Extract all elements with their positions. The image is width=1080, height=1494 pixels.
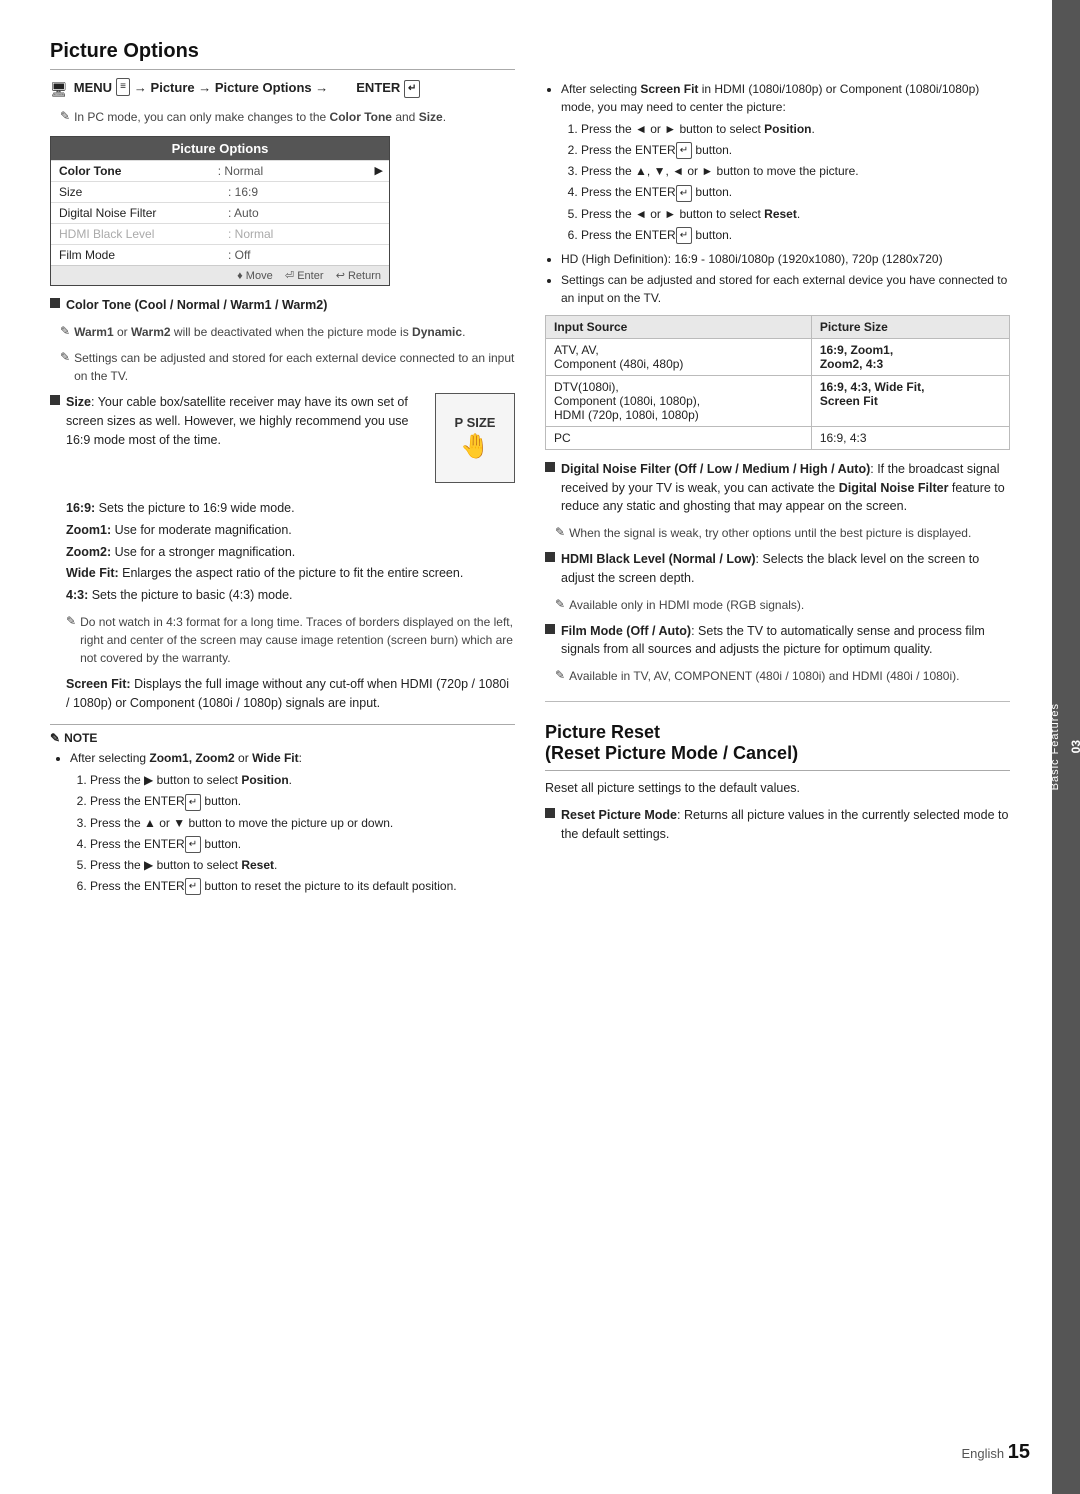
table-row: Size : 16:9 <box>51 181 389 202</box>
list-item: Press the ENTER↵ button. <box>90 835 515 853</box>
list-item: Settings can be adjusted and stored for … <box>561 271 1010 307</box>
steps-screen-fit: Press the ◄ or ► button to select Positi… <box>561 120 1010 244</box>
bullet-icon <box>545 808 555 818</box>
p-size-image: P SIZE 🤚 <box>435 393 515 483</box>
hdmi-black-bullet: HDMI Black Level (Normal / Low): Selects… <box>545 550 1010 588</box>
size-16-9-text: 16:9: Sets the picture to 16:9 wide mode… <box>66 499 515 518</box>
hd-note-list: HD (High Definition): 16:9 - 1080i/1080p… <box>545 250 1010 307</box>
table-nav-bar: ♦ Move ⏎ Enter ↩ Return <box>51 265 389 285</box>
list-item: Press the ▲, ▼, ◄ or ► button to move th… <box>581 162 1010 180</box>
table-row: PC 16:9, 4:3 <box>546 426 1010 449</box>
zoom2-text: Zoom2: Use for a stronger magnification. <box>66 543 515 562</box>
zoom1-text: Zoom1: Use for moderate magnification. <box>66 521 515 540</box>
page-footer: English 15 <box>961 1441 1030 1464</box>
signal-weak-note: ✎ When the signal is weak, try other opt… <box>555 524 1010 542</box>
table-row: Digital Noise Filter : Auto <box>51 202 389 223</box>
page-number: 15 <box>1008 1441 1030 1463</box>
table-header-row: Input Source Picture Size <box>546 315 1010 338</box>
section-title-picture-options: Picture Options <box>50 40 515 70</box>
table-row: DTV(1080i),Component (1080i, 1080p),HDMI… <box>546 375 1010 426</box>
list-item: After selecting Screen Fit in HDMI (1080… <box>561 80 1010 244</box>
list-item: After selecting Zoom1, Zoom2 or Wide Fit… <box>70 749 515 895</box>
list-item: Press the ▶ button to select Position. <box>90 771 515 789</box>
film-available-note: ✎ Available in TV, AV, COMPONENT (480i /… <box>555 667 1010 685</box>
table-row: ATV, AV,Component (480i, 480p) 16:9, Zoo… <box>546 338 1010 375</box>
chapter-label: Basic Features <box>1049 703 1061 790</box>
list-item: Press the ENTER↵ button. <box>581 141 1010 159</box>
list-item: Press the ◄ or ► button to select Positi… <box>581 120 1010 138</box>
warm-note: ✎ Warm1 or Warm2 will be deactivated whe… <box>60 323 515 341</box>
section2-title: Picture Reset(Reset Picture Mode / Cance… <box>545 722 1010 771</box>
chapter-number: 03 <box>1069 740 1080 753</box>
page-lang: English <box>961 1446 1004 1461</box>
picture-size-header: Picture Size <box>811 315 1009 338</box>
reset-description: Reset all picture settings to the defaul… <box>545 779 1010 798</box>
chapter-tab: 03 Basic Features <box>1052 0 1080 1494</box>
table-row: HDMI Black Level : Normal <box>51 223 389 244</box>
list-item: Press the ENTER↵ button to reset the pic… <box>90 877 515 895</box>
table-row: Film Mode : Off <box>51 244 389 265</box>
note-box: NOTE After selecting Zoom1, Zoom2 or Wid… <box>50 724 515 895</box>
settings-note: ✎ Settings can be adjusted and stored fo… <box>60 349 515 385</box>
note-box-title: NOTE <box>50 731 515 745</box>
list-item: Press the ENTER↵ button. <box>90 792 515 810</box>
menu-path: 🖥 MENU ≡ → Picture → Picture Options → E… <box>50 78 515 100</box>
list-item: Press the ▲ or ▼ button to move the pict… <box>90 814 515 832</box>
pc-mode-note: ✎ In PC mode, you can only make changes … <box>60 108 515 126</box>
bullet-icon <box>545 462 555 472</box>
size-bullet: P SIZE 🤚 Size: Your cable box/satellite … <box>50 393 515 491</box>
steps-zoom: Press the ▶ button to select Position. P… <box>70 771 515 895</box>
list-item: Press the ▶ button to select Reset. <box>90 856 515 874</box>
note-list: After selecting Zoom1, Zoom2 or Wide Fit… <box>50 749 515 895</box>
hdmi-only-note: ✎ Available only in HDMI mode (RGB signa… <box>555 596 1010 614</box>
digital-noise-bullet: Digital Noise Filter (Off / Low / Medium… <box>545 460 1010 516</box>
color-tone-bullet: Color Tone (Cool / Normal / Warm1 / Warm… <box>50 296 515 315</box>
list-item: Press the ENTER↵ button. <box>581 226 1010 244</box>
screen-fit-text: Screen Fit: Displays the full image with… <box>66 675 515 713</box>
pencil-icon: ✎ <box>60 109 70 123</box>
list-item: Press the ENTER↵ button. <box>581 183 1010 201</box>
film-mode-bullet: Film Mode (Off / Auto): Sets the TV to a… <box>545 622 1010 660</box>
wide-fit-text: Wide Fit: Enlarges the aspect ratio of t… <box>66 564 515 583</box>
input-source-header: Input Source <box>546 315 812 338</box>
reset-picture-mode-bullet: Reset Picture Mode: Returns all picture … <box>545 806 1010 844</box>
section-divider <box>545 701 1010 702</box>
table-header: Picture Options <box>51 137 389 160</box>
list-item: HD (High Definition): 16:9 - 1080i/1080p… <box>561 250 1010 268</box>
screen-fit-note-list: After selecting Screen Fit in HDMI (1080… <box>545 80 1010 244</box>
bullet-icon <box>545 552 555 562</box>
list-item: Press the ◄ or ► button to select Reset. <box>581 205 1010 223</box>
4-3-caution-note: ✎ Do not watch in 4:3 format for a long … <box>66 613 515 667</box>
picture-options-table: Picture Options Color Tone : Normal ▶ Si… <box>50 136 390 286</box>
bullet-icon <box>545 624 555 634</box>
input-source-table: Input Source Picture Size ATV, AV,Compon… <box>545 315 1010 450</box>
bullet-icon <box>50 395 60 405</box>
table-row: Color Tone : Normal ▶ <box>51 160 389 181</box>
size-4-3-text: 4:3: Sets the picture to basic (4:3) mod… <box>66 586 515 605</box>
bullet-icon <box>50 298 60 308</box>
